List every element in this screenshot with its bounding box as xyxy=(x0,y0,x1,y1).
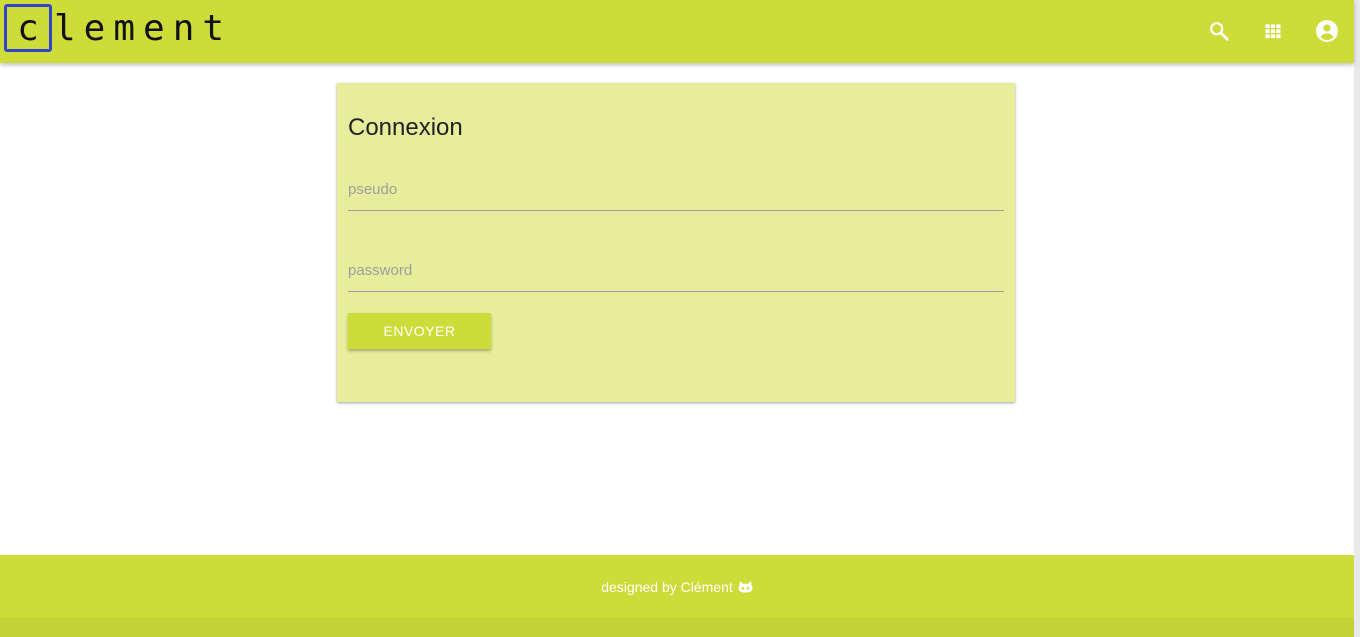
submit-button[interactable]: ENVOYER xyxy=(348,313,491,349)
login-title: Connexion xyxy=(348,114,463,141)
top-app-bar: c lement xyxy=(0,0,1354,63)
account-button[interactable] xyxy=(1314,16,1340,46)
github-icon[interactable] xyxy=(738,580,753,593)
logo-rest: lement xyxy=(54,7,233,49)
site-logo[interactable]: c lement xyxy=(4,4,232,52)
apps-button[interactable] xyxy=(1260,16,1286,46)
pseudo-input[interactable] xyxy=(348,181,1004,210)
password-input[interactable] xyxy=(348,262,1004,291)
top-actions xyxy=(1206,16,1340,46)
footer: designed by Clément xyxy=(0,555,1354,618)
footer-credit: designed by Clément xyxy=(601,579,753,595)
apps-grid-icon xyxy=(1265,24,1281,39)
search-icon xyxy=(1210,22,1229,41)
scrollbar[interactable] xyxy=(1354,0,1360,637)
footer-text: designed by Clément xyxy=(601,578,733,595)
search-button[interactable] xyxy=(1206,16,1232,46)
password-field xyxy=(348,262,1004,292)
footer-bottom-bar xyxy=(0,618,1354,637)
logo-first-letter: c xyxy=(4,4,52,52)
account-circle-icon xyxy=(1316,20,1338,42)
pseudo-field xyxy=(348,181,1004,211)
login-card: Connexion ENVOYER xyxy=(337,83,1015,402)
